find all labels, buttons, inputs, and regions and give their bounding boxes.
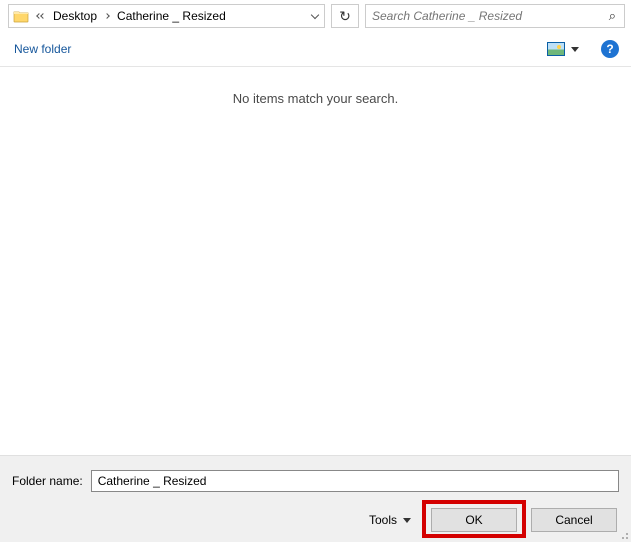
command-bar: New folder ? [0, 32, 631, 67]
search-icon[interactable]: ⌕ [601, 8, 624, 24]
search-input[interactable] [366, 9, 601, 23]
breadcrumb-segment-current[interactable]: Catherine _ Resized [113, 5, 230, 27]
cancel-button[interactable]: Cancel [531, 508, 617, 532]
help-button[interactable]: ? [601, 40, 619, 58]
chevron-down-icon [403, 518, 411, 523]
ok-button[interactable]: OK [431, 508, 517, 532]
folder-name-input[interactable] [91, 470, 619, 492]
folder-icon [9, 5, 33, 27]
refresh-button[interactable]: ↻ [331, 4, 359, 28]
breadcrumb-label: Catherine _ Resized [117, 9, 226, 23]
breadcrumb-segment-desktop[interactable]: Desktop [49, 5, 101, 27]
footer-panel: Folder name: Tools OK Cancel [0, 455, 631, 542]
chevron-down-icon [571, 47, 579, 52]
breadcrumb-label: Desktop [53, 9, 97, 23]
tools-menu-button[interactable]: Tools [369, 513, 411, 527]
refresh-icon: ↻ [339, 9, 351, 23]
tools-label: Tools [369, 513, 397, 527]
chevron-down-icon[interactable] [306, 9, 324, 23]
breadcrumb[interactable]: Desktop Catherine _ Resized [8, 4, 325, 28]
picture-icon [547, 42, 565, 56]
empty-message: No items match your search. [0, 67, 631, 106]
new-folder-button[interactable]: New folder [12, 38, 73, 60]
address-search-row: Desktop Catherine _ Resized ↻ ⌕ [0, 0, 631, 32]
resize-grip-icon[interactable] [619, 530, 629, 540]
file-list-area: No items match your search. [0, 67, 631, 443]
view-mode-button[interactable] [543, 40, 583, 58]
folder-name-label: Folder name: [12, 474, 83, 488]
chevron-right-icon[interactable] [101, 5, 113, 27]
chevron-left-double-icon[interactable] [33, 14, 49, 18]
search-box[interactable]: ⌕ [365, 4, 625, 28]
